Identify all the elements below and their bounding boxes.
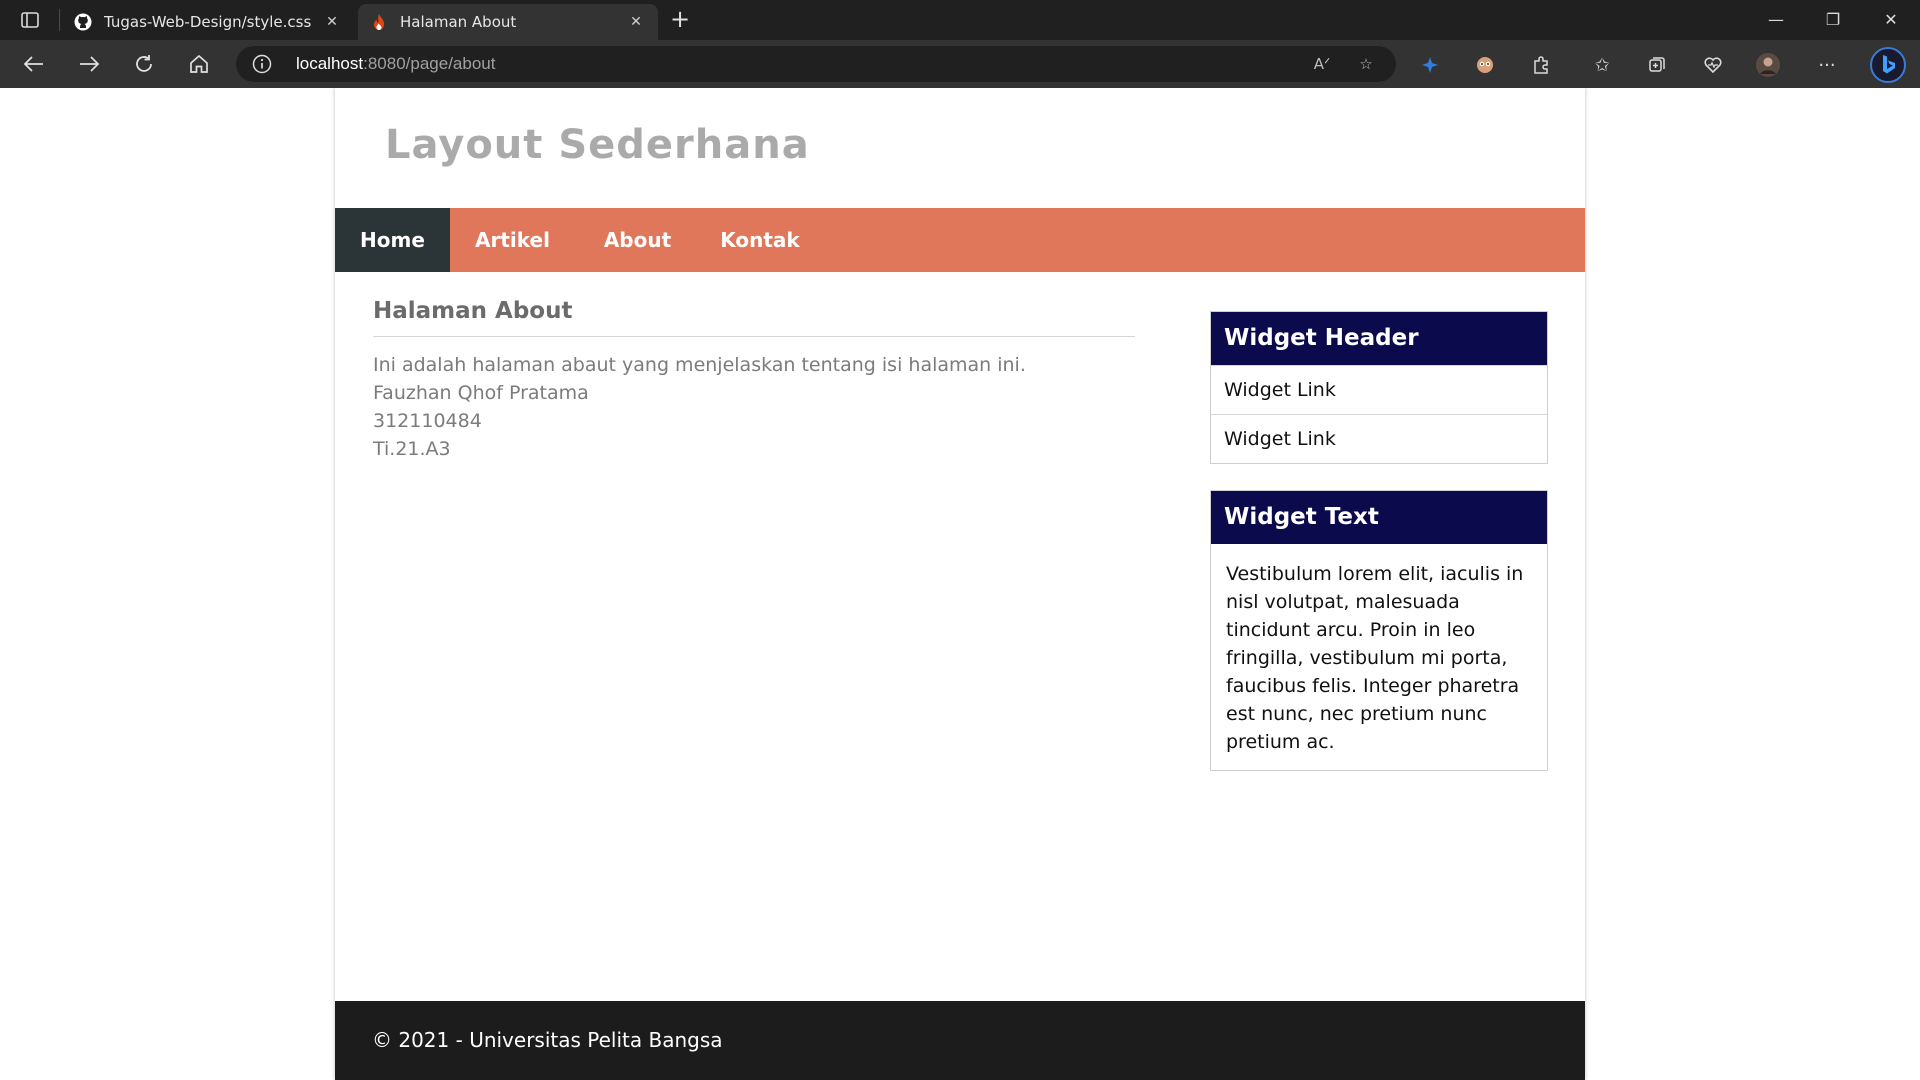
minimize-icon[interactable]: — bbox=[1758, 6, 1794, 34]
about-description: Ini adalah halaman abaut yang menjelaska… bbox=[373, 354, 1026, 376]
widget-link[interactable]: Widget Link bbox=[1211, 414, 1547, 463]
page-viewport: Layout Sederhana Home Artikel About Kont… bbox=[0, 88, 1920, 1080]
sidebar: Widget Header Widget Link Widget Link Wi… bbox=[1210, 311, 1548, 797]
site-title: Layout Sederhana bbox=[385, 122, 810, 168]
main-content: Halaman About Ini adalah halaman abaut y… bbox=[373, 298, 1135, 463]
back-icon[interactable] bbox=[20, 50, 48, 78]
tab-halaman-about[interactable]: Halaman About ✕ bbox=[358, 4, 658, 40]
tab-github[interactable]: Tugas-Web-Design/style.css at m ✕ bbox=[62, 4, 354, 40]
collections-icon[interactable] bbox=[1644, 52, 1670, 78]
widget-links: Widget Header Widget Link Widget Link bbox=[1210, 311, 1548, 464]
read-aloud-icon[interactable]: Aᐟ bbox=[1310, 52, 1334, 76]
codeigniter-icon bbox=[370, 13, 388, 31]
tab-close-icon[interactable]: ✕ bbox=[322, 12, 342, 32]
new-tab-icon[interactable]: + bbox=[666, 7, 694, 32]
url-host: localhost bbox=[296, 54, 364, 73]
page-container: Layout Sederhana Home Artikel About Kont… bbox=[335, 88, 1585, 1080]
main-nav: Home Artikel About Kontak bbox=[335, 208, 1585, 272]
nav-home[interactable]: Home bbox=[335, 208, 450, 272]
forward-icon[interactable] bbox=[75, 50, 103, 78]
url-text: localhost:8080/page/about bbox=[296, 54, 495, 74]
widget-header: Widget Text bbox=[1211, 491, 1547, 544]
browser-essentials-icon[interactable] bbox=[1700, 52, 1726, 78]
favorites-icon[interactable]: ✩ bbox=[1589, 52, 1615, 78]
address-bar[interactable]: localhost:8080/page/about Aᐟ ☆ bbox=[236, 46, 1396, 82]
nav-artikel[interactable]: Artikel bbox=[450, 208, 575, 272]
page-body: Ini adalah halaman abaut yang menjelaska… bbox=[373, 351, 1135, 463]
footer: © 2021 - Universitas Pelita Bangsa bbox=[335, 1001, 1585, 1080]
tab-close-icon[interactable]: ✕ bbox=[626, 12, 646, 32]
page-heading: Halaman About bbox=[373, 298, 1135, 337]
widget-link[interactable]: Widget Link bbox=[1211, 365, 1547, 414]
tab-actions-icon[interactable] bbox=[14, 8, 46, 32]
nav-about[interactable]: About bbox=[575, 208, 700, 272]
extension-face-icon[interactable] bbox=[1472, 52, 1498, 78]
widget-text-body: Vestibulum lorem elit, iaculis in nisl v… bbox=[1226, 563, 1524, 753]
close-window-icon[interactable]: ✕ bbox=[1873, 6, 1909, 34]
profile-avatar[interactable] bbox=[1755, 52, 1781, 78]
extensions-icon[interactable] bbox=[1528, 52, 1554, 78]
nav-kontak[interactable]: Kontak bbox=[700, 208, 820, 272]
restore-icon[interactable]: ❐ bbox=[1815, 6, 1851, 34]
student-id: 312110484 bbox=[373, 410, 482, 432]
github-icon bbox=[74, 13, 92, 31]
widget-header: Widget Header bbox=[1211, 312, 1547, 365]
class-code: Ti.21.A3 bbox=[373, 438, 451, 460]
add-favorite-icon[interactable]: ☆ bbox=[1354, 52, 1378, 76]
browser-toolbar: localhost:8080/page/about Aᐟ ☆ ✩ ··· bbox=[0, 40, 1920, 116]
tab-title: Tugas-Web-Design/style.css at m bbox=[104, 13, 314, 31]
bing-copilot-icon[interactable] bbox=[1870, 47, 1906, 83]
browser-tab-bar: Tugas-Web-Design/style.css at m ✕ Halama… bbox=[0, 0, 1920, 40]
tab-separator bbox=[59, 9, 60, 31]
home-icon[interactable] bbox=[185, 50, 213, 78]
extension-blue-icon[interactable] bbox=[1417, 52, 1443, 78]
more-options-icon[interactable]: ··· bbox=[1814, 52, 1840, 78]
refresh-icon[interactable] bbox=[130, 50, 158, 78]
info-icon[interactable] bbox=[252, 54, 272, 74]
url-path: :8080/page/about bbox=[363, 54, 496, 73]
author-name: Fauzhan Qhof Pratama bbox=[373, 382, 589, 404]
tab-title: Halaman About bbox=[400, 13, 517, 31]
widget-text: Widget Text Vestibulum lorem elit, iacul… bbox=[1210, 490, 1548, 771]
